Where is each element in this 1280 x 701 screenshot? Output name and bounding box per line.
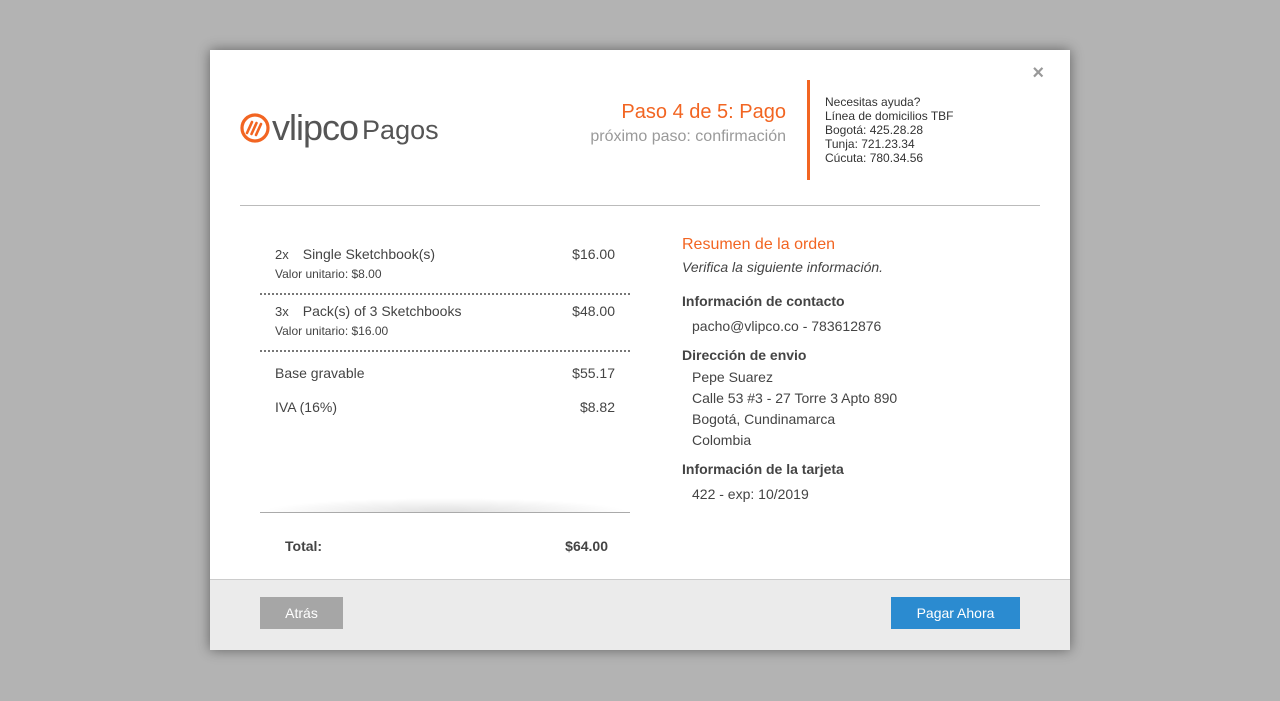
item-price: $48.00 xyxy=(572,303,615,319)
total-row: Total: $64.00 xyxy=(285,538,608,554)
brand-name: vlipco xyxy=(272,107,359,148)
card-info: 422 - exp: 10/2019 xyxy=(692,486,809,502)
contact-info: pacho@vlipco.co - 783612876 xyxy=(692,318,882,334)
summary-subtitle: Verifica la siguiente información. xyxy=(682,259,884,275)
base-value: $55.17 xyxy=(572,365,615,381)
brand-logo: vlipco Pagos xyxy=(240,108,439,148)
contact-title: Información de contacto xyxy=(682,293,845,309)
item-unit-price: Valor unitario: $16.00 xyxy=(275,324,389,338)
vlipco-logo-icon xyxy=(240,113,270,143)
help-line: Línea de domicilios TBF xyxy=(825,109,954,123)
step-title: Paso 4 de 5: Pago xyxy=(621,101,786,123)
help-box: Necesitas ayuda? Línea de domicilios TBF… xyxy=(807,80,1027,180)
address-line: Colombia xyxy=(692,432,752,448)
help-title: Necesitas ayuda? xyxy=(825,95,921,109)
tax-label: IVA (16%) xyxy=(275,399,337,415)
pay-now-button[interactable]: Pagar Ahora xyxy=(891,597,1020,629)
order-item: 2x Single Sketchbook(s) $16.00 Valor unit… xyxy=(260,238,630,295)
item-unit-price: Valor unitario: $8.00 xyxy=(275,267,382,281)
order-summary: Resumen de la orden Verifica la siguient… xyxy=(682,236,1032,505)
brand-product: Pagos xyxy=(362,115,439,145)
address-line: Pepe Suarez xyxy=(692,369,773,385)
order-item: 3x Pack(s) of 3 Sketchbooks $48.00 Valor … xyxy=(260,295,630,352)
total-shadow xyxy=(260,498,630,512)
close-icon[interactable]: × xyxy=(1032,63,1044,83)
base-row: Base gravable $55.17 xyxy=(260,356,630,390)
item-quantity: 3x xyxy=(275,304,289,319)
address-title: Dirección de envio xyxy=(682,347,807,363)
help-phone-tunja: Tunja: 721.23.34 xyxy=(825,137,915,151)
modal-footer: Atrás Pagar Ahora xyxy=(210,579,1070,650)
total-divider xyxy=(260,512,630,513)
tax-value: $8.82 xyxy=(579,399,615,415)
help-phone-cucuta: Cúcuta: 780.34.56 xyxy=(825,151,924,165)
back-button[interactable]: Atrás xyxy=(260,597,343,629)
header-divider xyxy=(240,205,1040,206)
tax-row: IVA (16%) $8.82 xyxy=(260,390,630,424)
address-line: Calle 53 #3 - 27 Torre 3 Apto 890 xyxy=(692,390,898,406)
item-quantity: 2x xyxy=(275,247,289,262)
card-title: Información de la tarjeta xyxy=(682,461,844,477)
address-line: Bogotá, Cundinamarca xyxy=(692,411,836,427)
total-value: $64.00 xyxy=(565,538,608,554)
step-indicator: Paso 4 de 5: Pago próximo paso: confirma… xyxy=(590,100,786,148)
payment-modal: × vlipco Pagos Paso 4 de 5: Pago próximo… xyxy=(210,50,1070,650)
item-name: Pack(s) of 3 Sketchbooks xyxy=(302,303,462,319)
total-label: Total: xyxy=(285,538,323,554)
order-items: 2x Single Sketchbook(s) $16.00 Valor unit… xyxy=(260,238,630,424)
address-block: Pepe Suarez Calle 53 #3 - 27 Torre 3 Apt… xyxy=(682,367,1032,451)
base-label: Base gravable xyxy=(275,365,365,381)
help-phone-bogota: Bogotá: 425.28.28 xyxy=(825,123,924,137)
item-name: Single Sketchbook(s) xyxy=(302,246,436,262)
next-step-label: próximo paso: confirmación xyxy=(590,128,786,145)
summary-title: Resumen de la orden xyxy=(682,236,835,253)
item-price: $16.00 xyxy=(572,246,615,262)
